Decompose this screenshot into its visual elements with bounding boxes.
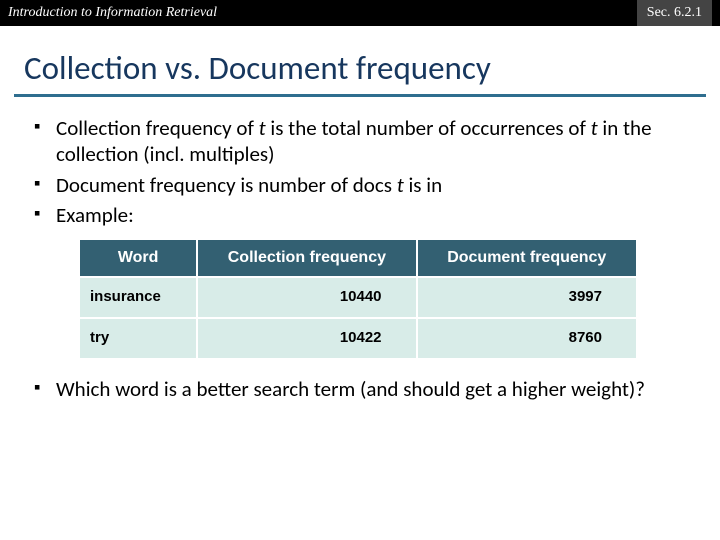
closing-content: Which word is a better search term (and … (0, 360, 720, 402)
var-t: t (591, 115, 598, 141)
col-header-word: Word (79, 239, 197, 277)
var-t: t (259, 115, 266, 141)
col-header-cf: Collection frequency (197, 239, 416, 277)
body-content: Collection frequency of t is the total n… (0, 97, 720, 360)
closing-bullet-list: Which word is a better search term (and … (34, 376, 686, 402)
cell-word: try (79, 318, 197, 359)
text: Example: (56, 202, 134, 228)
table-row: try 10422 8760 (79, 318, 637, 359)
cell-cf: 10422 (197, 318, 416, 359)
bullet-3: Example: (34, 202, 686, 228)
text: Collection frequency of (56, 115, 259, 141)
cell-cf: 10440 (197, 277, 416, 318)
cell-df: 8760 (417, 318, 637, 359)
table-header-row: Word Collection frequency Document frequ… (79, 239, 637, 277)
slide-title: Collection vs. Document frequency (0, 26, 720, 94)
closing-bullet: Which word is a better search term (and … (34, 376, 686, 402)
var-t: t (397, 172, 404, 198)
section-label: Sec. 6.2.1 (637, 0, 712, 26)
text: is in (404, 172, 442, 198)
bullet-1: Collection frequency of t is the total n… (34, 115, 686, 168)
text: is the total number of occurrences of (266, 115, 591, 141)
cell-df: 3997 (417, 277, 637, 318)
course-title: Introduction to Information Retrieval (8, 5, 217, 21)
bullet-list: Collection frequency of t is the total n… (34, 115, 686, 228)
top-bar: Introduction to Information Retrieval Se… (0, 0, 720, 26)
text: Document frequency is number of docs (56, 172, 397, 198)
table-row: insurance 10440 3997 (79, 277, 637, 318)
bullet-2: Document frequency is number of docs t i… (34, 172, 686, 198)
cell-word: insurance (79, 277, 197, 318)
frequency-table: Word Collection frequency Document frequ… (78, 238, 638, 360)
col-header-df: Document frequency (417, 239, 637, 277)
text: Which word is a better search term (and … (56, 376, 645, 402)
slide: Introduction to Information Retrieval Se… (0, 0, 720, 540)
